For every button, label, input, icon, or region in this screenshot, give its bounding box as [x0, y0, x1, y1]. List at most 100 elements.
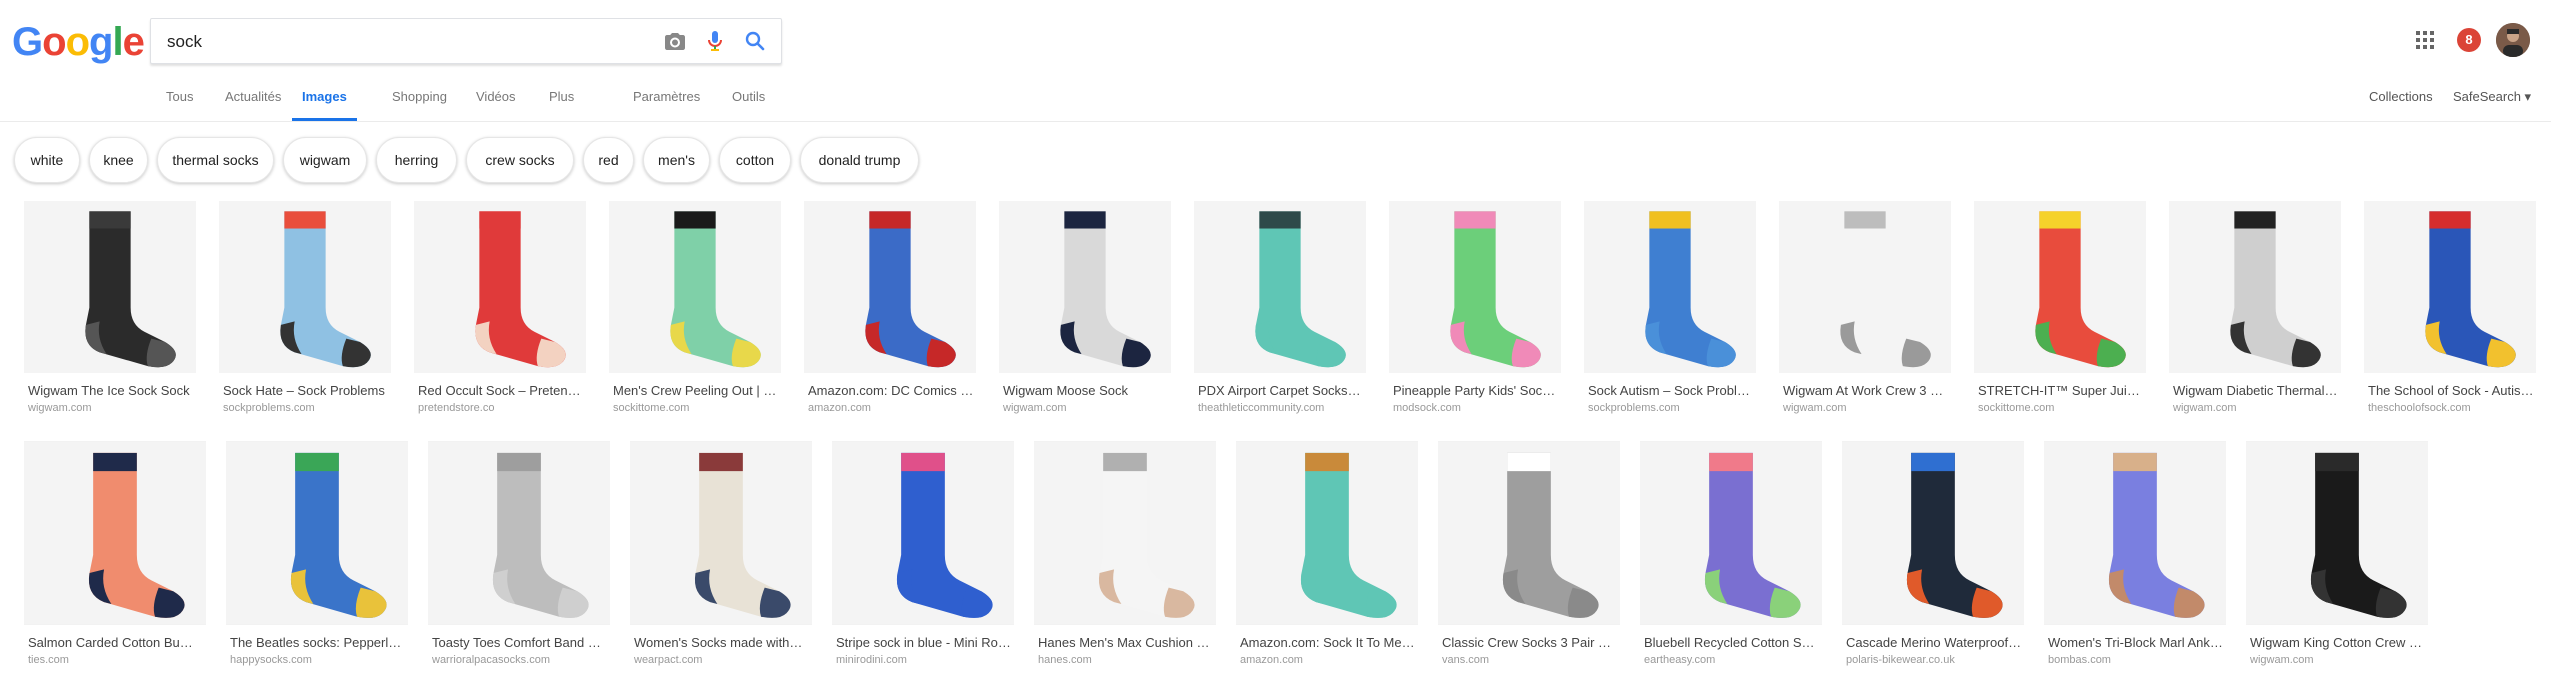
result-title[interactable]: Wigwam Diabetic Thermal … [2173, 383, 2339, 398]
result-thumbnail[interactable] [1389, 201, 1561, 373]
result-site[interactable]: amazon.com [808, 402, 974, 414]
result-thumbnail[interactable] [1974, 201, 2146, 373]
mic-icon[interactable] [703, 29, 727, 53]
chip-wigwam[interactable]: wigwam [283, 137, 367, 183]
result-site[interactable]: wearpact.com [634, 654, 810, 666]
image-result[interactable]: Stripe sock in blue - Mini Rodini minirod… [832, 441, 1014, 675]
result-title[interactable]: Wigwam At Work Crew 3 P… [1783, 383, 1949, 398]
result-title[interactable]: Wigwam The Ice Sock Sock [28, 383, 194, 398]
result-title[interactable]: Salmon Carded Cotton Bu… [28, 635, 204, 650]
result-thumbnail[interactable] [832, 441, 1014, 625]
image-result[interactable]: Classic Crew Socks 3 Pair Pac… vans.com [1438, 441, 1620, 675]
image-result[interactable]: Sock Autism – Sock Proble… sockproblems.c… [1584, 201, 1756, 423]
chip-mens[interactable]: men's [643, 137, 710, 183]
result-thumbnail[interactable] [2169, 201, 2341, 373]
image-result[interactable]: STRETCH-IT™ Super Juic… sockittome.com [1974, 201, 2146, 423]
image-result[interactable]: Cascade Merino Waterproof Sock polaris-bi… [1842, 441, 2024, 675]
result-thumbnail[interactable] [2364, 201, 2536, 373]
result-title[interactable]: Classic Crew Socks 3 Pair Pac… [1442, 635, 1618, 650]
chip-knee[interactable]: knee [89, 137, 148, 183]
image-result[interactable]: Women's Tri-Block Marl Ankle … bombas.com [2044, 441, 2226, 675]
image-result[interactable]: PDX Airport Carpet Socks |… theathleticco… [1194, 201, 1366, 423]
result-title[interactable]: Amazon.com: DC Comics … [808, 383, 974, 398]
tab-tools[interactable]: Outils [732, 86, 765, 121]
result-thumbnail[interactable] [1584, 201, 1756, 373]
chip-thermal-socks[interactable]: thermal socks [157, 137, 274, 183]
result-thumbnail[interactable] [219, 201, 391, 373]
result-site[interactable]: sockittome.com [613, 402, 779, 414]
tab-shopping[interactable]: Shopping [392, 86, 447, 121]
google-logo[interactable]: Google [12, 18, 145, 66]
tab-more[interactable]: Plus [549, 86, 574, 121]
image-result[interactable]: Hanes Men's Max Cushion … hanes.com [1034, 441, 1216, 675]
result-site[interactable]: warrioralpacasocks.com [432, 654, 608, 666]
result-thumbnail[interactable] [2246, 441, 2428, 625]
result-thumbnail[interactable] [1034, 441, 1216, 625]
tab-images[interactable]: Images [292, 86, 357, 121]
result-title[interactable]: PDX Airport Carpet Socks |… [1198, 383, 1364, 398]
result-thumbnail[interactable] [24, 201, 196, 373]
result-site[interactable]: theschoolofsock.com [2368, 402, 2534, 414]
result-title[interactable]: Men's Crew Peeling Out | C… [613, 383, 779, 398]
result-title[interactable]: Pineapple Party Kids' Sock… [1393, 383, 1559, 398]
result-title[interactable]: The Beatles socks: Pepperl… [230, 635, 406, 650]
chip-donald-trump[interactable]: donald trump [800, 137, 919, 183]
image-result[interactable]: Salmon Carded Cotton Bu… ties.com [24, 441, 206, 675]
image-result[interactable]: Amazon.com: Sock It To Me, T… amazon.com [1236, 441, 1418, 675]
chip-herring[interactable]: herring [376, 137, 457, 183]
result-site[interactable]: sockproblems.com [223, 402, 389, 414]
result-title[interactable]: The School of Sock - Autis… [2368, 383, 2534, 398]
result-thumbnail[interactable] [630, 441, 812, 625]
image-result[interactable]: Men's Crew Peeling Out | C… sockittome.co… [609, 201, 781, 423]
image-result[interactable]: The Beatles socks: Pepperl… happysocks.co… [226, 441, 408, 675]
image-result[interactable]: Bluebell Recycled Cotton Socks … eartheas… [1640, 441, 1822, 675]
safesearch-dropdown[interactable]: SafeSearch ▾ [2453, 86, 2531, 108]
result-title[interactable]: Women's Tri-Block Marl Ankle … [2048, 635, 2224, 650]
result-thumbnail[interactable] [999, 201, 1171, 373]
result-site[interactable]: bombas.com [2048, 654, 2224, 666]
result-title[interactable]: Hanes Men's Max Cushion … [1038, 635, 1214, 650]
result-thumbnail[interactable] [1194, 201, 1366, 373]
result-title[interactable]: Women's Socks made with… [634, 635, 810, 650]
result-thumbnail[interactable] [226, 441, 408, 625]
result-site[interactable]: pretendstore.co [418, 402, 584, 414]
tab-news[interactable]: Actualités [225, 86, 281, 121]
result-thumbnail[interactable] [804, 201, 976, 373]
chip-cotton[interactable]: cotton [719, 137, 791, 183]
chip-crew-socks[interactable]: crew socks [466, 137, 574, 183]
image-result[interactable]: Wigwam Moose Sock wigwam.com [999, 201, 1171, 423]
tab-settings[interactable]: Paramètres [633, 86, 700, 121]
result-title[interactable]: Cascade Merino Waterproof Sock [1846, 635, 2022, 650]
result-title[interactable]: Sock Hate – Sock Problems [223, 383, 389, 398]
result-site[interactable]: polaris-bikewear.co.uk [1846, 654, 2022, 666]
result-site[interactable]: eartheasy.com [1644, 654, 1820, 666]
image-result[interactable]: Wigwam Diabetic Thermal … wigwam.com [2169, 201, 2341, 423]
camera-icon[interactable] [663, 29, 687, 53]
image-result[interactable]: Sock Hate – Sock Problems sockproblems.co… [219, 201, 391, 423]
chip-white[interactable]: white [14, 137, 80, 183]
image-result[interactable]: Women's Socks made with… wearpact.com [630, 441, 812, 675]
image-result[interactable]: Wigwam King Cotton Crew Sock wigwam.com [2246, 441, 2428, 675]
result-thumbnail[interactable] [1842, 441, 2024, 625]
result-title[interactable]: STRETCH-IT™ Super Juic… [1978, 383, 2144, 398]
chip-red[interactable]: red [583, 137, 634, 183]
result-site[interactable]: ties.com [28, 654, 204, 666]
image-result[interactable]: Wigwam At Work Crew 3 P… wigwam.com [1779, 201, 1951, 423]
image-result[interactable]: The School of Sock - Autis… theschoolofso… [2364, 201, 2536, 423]
tab-all[interactable]: Tous [166, 86, 193, 121]
notifications-badge[interactable]: 8 [2457, 28, 2481, 52]
result-site[interactable]: minirodini.com [836, 654, 1012, 666]
result-site[interactable]: wigwam.com [1783, 402, 1949, 414]
result-thumbnail[interactable] [1438, 441, 1620, 625]
result-site[interactable]: sockittome.com [1978, 402, 2144, 414]
result-title[interactable]: Stripe sock in blue - Mini Rodini [836, 635, 1012, 650]
result-title[interactable]: Wigwam King Cotton Crew Sock [2250, 635, 2426, 650]
result-title[interactable]: Toasty Toes Comfort Band … [432, 635, 608, 650]
image-result[interactable]: Pineapple Party Kids' Sock… modsock.com [1389, 201, 1561, 423]
result-title[interactable]: Amazon.com: Sock It To Me, T… [1240, 635, 1416, 650]
result-site[interactable]: hanes.com [1038, 654, 1214, 666]
result-thumbnail[interactable] [609, 201, 781, 373]
result-thumbnail[interactable] [1640, 441, 1822, 625]
result-site[interactable]: wigwam.com [2173, 402, 2339, 414]
image-result[interactable]: Red Occult Sock – Pretend… pretendstore.c… [414, 201, 586, 423]
